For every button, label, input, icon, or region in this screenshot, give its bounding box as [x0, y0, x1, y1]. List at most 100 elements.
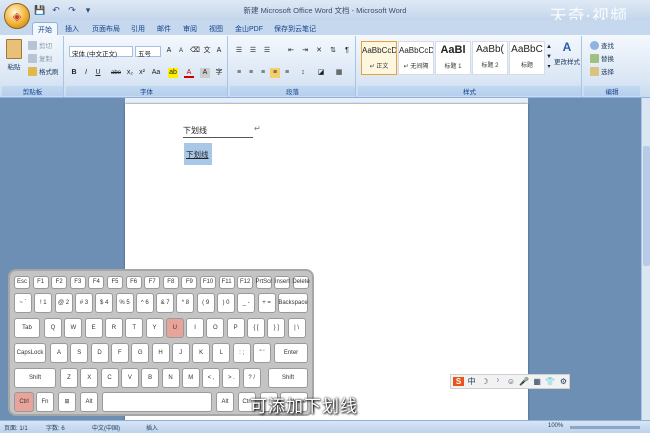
- paste-button[interactable]: 粘贴: [6, 39, 22, 71]
- char-shading-icon[interactable]: A: [200, 68, 210, 78]
- key-delete[interactable]: Delete: [292, 276, 310, 289]
- underline-button[interactable]: U: [93, 68, 103, 78]
- chinese-layout-icon[interactable]: ✕: [314, 46, 324, 56]
- document-line-selected[interactable]: 下划线: [184, 143, 212, 165]
- office-button[interactable]: ◈: [4, 3, 30, 29]
- key-alt[interactable]: Alt: [80, 392, 98, 412]
- tab-view[interactable]: 视图: [206, 22, 226, 35]
- key-+-=[interactable]: + =: [257, 293, 276, 313]
- subscript-button[interactable]: x₂: [125, 68, 135, 78]
- enclose-char-icon[interactable]: 字: [214, 68, 224, 78]
- key-^-6[interactable]: ^ 6: [135, 293, 154, 313]
- key-x[interactable]: X: [80, 368, 99, 388]
- tab-home[interactable]: 开始: [32, 22, 58, 35]
- copy-button[interactable]: 复制: [28, 53, 52, 63]
- key-j[interactable]: J: [171, 343, 190, 363]
- bullets-icon[interactable]: ☰: [234, 46, 244, 56]
- key-tab[interactable]: Tab: [14, 318, 40, 338]
- change-case-button[interactable]: Aa: [150, 68, 162, 78]
- borders-icon[interactable]: ▦: [334, 68, 344, 78]
- key-#-3[interactable]: # 3: [74, 293, 93, 313]
- key-w[interactable]: W: [64, 318, 83, 338]
- style-title[interactable]: AaBbC 标题: [509, 41, 545, 75]
- tab-kingsoft-pdf[interactable]: 金山PDF: [232, 22, 266, 35]
- superscript-button[interactable]: x²: [137, 68, 147, 78]
- key-p[interactable]: P: [226, 318, 245, 338]
- key-v[interactable]: V: [120, 368, 139, 388]
- key-&-7[interactable]: & 7: [156, 293, 175, 313]
- key-f12[interactable]: F12: [237, 276, 254, 289]
- key-!-1[interactable]: ! 1: [34, 293, 53, 313]
- key-ctrl[interactable]: Ctrl: [14, 392, 34, 412]
- change-styles-button[interactable]: A 更改样式: [554, 40, 580, 66]
- numbering-icon[interactable]: ☰: [248, 46, 258, 56]
- show-marks-icon[interactable]: ¶: [342, 46, 352, 56]
- style-heading-2[interactable]: AaBb(标题 2: [472, 41, 508, 75]
- cut-button[interactable]: 剪切: [28, 40, 52, 50]
- style-heading-1[interactable]: AaBl 标题 1: [435, 41, 471, 75]
- key-t[interactable]: T: [125, 318, 144, 338]
- key-f4[interactable]: F4: [88, 276, 105, 289]
- key-f9[interactable]: F9: [181, 276, 198, 289]
- char-border-icon[interactable]: A: [214, 46, 224, 56]
- tab-insert[interactable]: 插入: [62, 22, 82, 35]
- status-zoom[interactable]: 100%: [548, 423, 563, 429]
- format-painter-button[interactable]: 格式刷: [28, 66, 59, 76]
- ime-skin-icon[interactable]: 👕: [545, 377, 556, 386]
- key-*-8[interactable]: * 8: [176, 293, 195, 313]
- sogou-logo-icon[interactable]: S: [453, 377, 465, 386]
- sort-icon[interactable]: ⇅: [328, 46, 338, 56]
- key-capslock[interactable]: CapsLock: [14, 343, 46, 363]
- ime-keyboard-icon[interactable]: ▦: [532, 377, 543, 386]
- key-⊞[interactable]: ⊞: [58, 392, 76, 412]
- key-_--[interactable]: _ -: [237, 293, 256, 313]
- key-:-;[interactable]: : ;: [232, 343, 251, 363]
- style-no-spacing[interactable]: AaBbCcDd ↵ 无间隔: [398, 41, 434, 75]
- key-q[interactable]: Q: [44, 318, 62, 338]
- key-f3[interactable]: F3: [69, 276, 86, 289]
- font-size-combo[interactable]: 五号: [135, 46, 161, 58]
- align-right-icon[interactable]: ≡: [258, 68, 268, 78]
- key-%-5[interactable]: % 5: [115, 293, 134, 313]
- bold-button[interactable]: B: [69, 68, 79, 78]
- key-d[interactable]: D: [90, 343, 109, 363]
- key-shift[interactable]: Shift: [268, 368, 308, 388]
- key-y[interactable]: Y: [145, 318, 164, 338]
- key-e[interactable]: E: [84, 318, 103, 338]
- highlight-icon[interactable]: ab: [168, 68, 178, 78]
- key-{-[[interactable]: { [: [247, 318, 265, 338]
- distributed-icon[interactable]: ≡: [282, 68, 292, 78]
- vertical-scrollbar[interactable]: [641, 98, 650, 420]
- key-s[interactable]: S: [70, 343, 89, 363]
- key-@-2[interactable]: @ 2: [54, 293, 73, 313]
- ime-punct-icon[interactable]: ⁾: [492, 377, 503, 386]
- key-alt[interactable]: Alt: [216, 392, 234, 412]
- key-backspace[interactable]: Backspace: [278, 293, 308, 313]
- key->-.[interactable]: > .: [222, 368, 241, 388]
- align-center-icon[interactable]: ≡: [246, 68, 256, 78]
- status-word-count[interactable]: 字数: 6: [46, 423, 65, 432]
- key-?-/[interactable]: ? /: [242, 368, 261, 388]
- key-b[interactable]: B: [141, 368, 160, 388]
- ime-emoji-icon[interactable]: ☺: [505, 377, 516, 386]
- key-f11[interactable]: F11: [218, 276, 235, 289]
- key-shift[interactable]: Shift: [14, 368, 56, 388]
- status-insert-mode[interactable]: 插入: [146, 423, 158, 432]
- styles-scroll-icon[interactable]: ▲ ▼ ▾: [546, 42, 552, 74]
- key-i[interactable]: I: [186, 318, 205, 338]
- key-g[interactable]: G: [131, 343, 150, 363]
- shading-icon[interactable]: ◪: [316, 68, 326, 78]
- find-button[interactable]: 查找: [590, 40, 614, 50]
- key-m[interactable]: M: [181, 368, 200, 388]
- ime-settings-icon[interactable]: ⚙: [558, 377, 569, 386]
- key-f1[interactable]: F1: [32, 276, 49, 289]
- key-)-0[interactable]: ) 0: [217, 293, 235, 313]
- tab-save-to-cloud-note[interactable]: 保存到云笔记: [272, 22, 318, 35]
- key-space[interactable]: [102, 392, 212, 412]
- status-language[interactable]: 中文(中国): [92, 423, 120, 432]
- zoom-slider[interactable]: [570, 426, 640, 429]
- key-<-,[interactable]: < ,: [202, 368, 221, 388]
- key-o[interactable]: O: [206, 318, 225, 338]
- ime-mic-icon[interactable]: 🎤: [519, 377, 530, 386]
- key-fn[interactable]: Fn: [36, 392, 54, 412]
